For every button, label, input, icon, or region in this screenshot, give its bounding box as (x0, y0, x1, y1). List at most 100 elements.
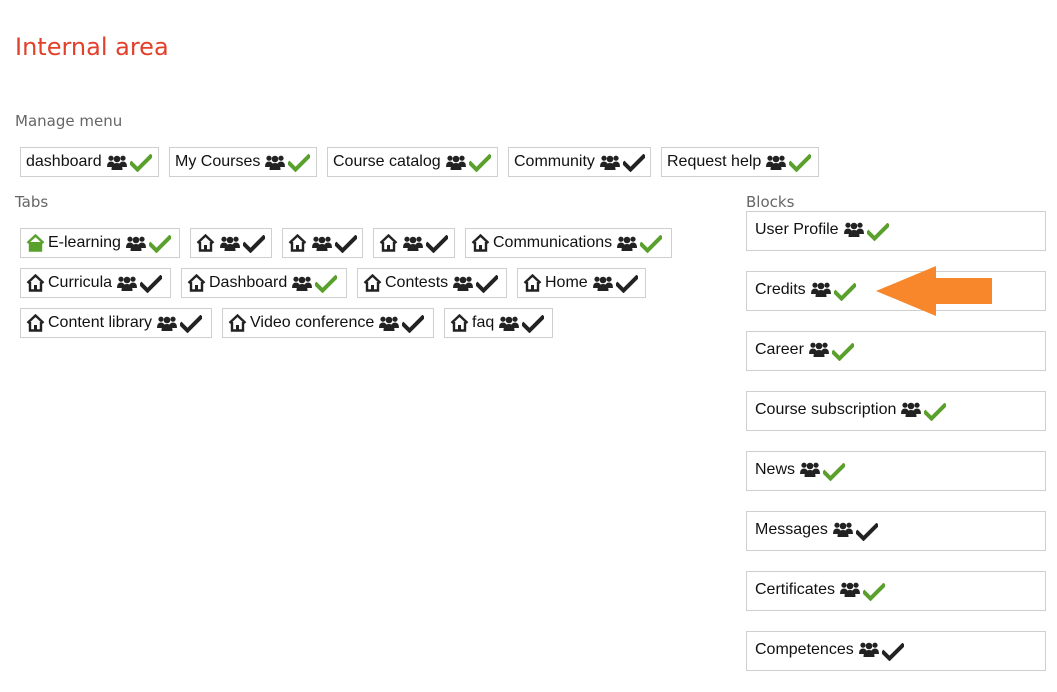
tab-content-library[interactable]: Content library (20, 308, 212, 338)
check-icon (335, 235, 357, 253)
check-icon (855, 523, 878, 541)
block-label: User Profile (755, 221, 839, 238)
users-icon (157, 316, 178, 331)
menu-item-label: Community (514, 153, 595, 170)
block-user-profile[interactable]: User Profile (746, 211, 1046, 251)
tab-label: faq (472, 314, 495, 331)
users-icon (901, 402, 922, 417)
tab-unnamed-2[interactable] (282, 228, 363, 258)
tab-label: Dashboard (209, 274, 288, 291)
check-icon (148, 235, 171, 253)
check-icon (129, 154, 152, 172)
users-icon (599, 155, 620, 170)
check-icon (823, 463, 846, 481)
block-label: Competences (755, 641, 854, 658)
home-icon (196, 234, 215, 252)
tab-faq[interactable]: faq (444, 308, 553, 338)
block-label: Credits (755, 281, 806, 298)
tab-label: Contests (385, 274, 449, 291)
check-icon (522, 315, 545, 333)
home-icon (26, 234, 45, 252)
menu-item-label: My Courses (175, 153, 261, 170)
menu-item-label: Request help (667, 153, 762, 170)
check-icon (402, 315, 425, 333)
block-label: Career (755, 341, 804, 358)
tab-label: Communications (493, 234, 613, 251)
block-certificates[interactable]: Certificates (746, 571, 1046, 611)
users-icon (858, 642, 879, 657)
block-messages[interactable]: Messages (746, 511, 1046, 551)
users-icon (292, 276, 313, 291)
tab-curricula[interactable]: Curricula (20, 268, 171, 298)
menu-item-my-courses[interactable]: My Courses (169, 147, 317, 177)
block-course-subscription[interactable]: Course subscription (746, 391, 1046, 431)
tab-dashboard[interactable]: Dashboard (181, 268, 347, 298)
users-icon (106, 155, 127, 170)
tab-unnamed-1[interactable] (190, 228, 272, 258)
users-icon (499, 316, 520, 331)
tab-label: E-learning (48, 234, 121, 251)
users-icon (117, 276, 138, 291)
check-icon (622, 154, 645, 172)
home-icon (228, 314, 247, 332)
home-icon (26, 274, 45, 292)
block-career[interactable]: Career (746, 331, 1046, 371)
check-icon (615, 275, 638, 293)
menu-item-label: dashboard (26, 153, 102, 170)
users-icon (592, 276, 613, 291)
check-icon (833, 283, 856, 301)
blocks-label: Blocks (746, 193, 795, 211)
tab-label: Curricula (48, 274, 113, 291)
users-icon (840, 582, 861, 597)
tab-home[interactable]: Home (517, 268, 646, 298)
page-title: Internal area (15, 33, 169, 61)
tab-label: Home (545, 274, 588, 291)
home-icon (379, 234, 398, 252)
tab-label: Content library (48, 314, 153, 331)
check-icon (881, 643, 904, 661)
check-icon (924, 403, 947, 421)
check-icon (476, 275, 499, 293)
users-icon (379, 316, 400, 331)
menu-item-dashboard[interactable]: dashboard (20, 147, 159, 177)
block-label: Messages (755, 521, 828, 538)
check-icon (863, 583, 886, 601)
home-icon (26, 314, 45, 332)
check-icon (866, 223, 889, 241)
check-icon (140, 275, 163, 293)
users-icon (810, 282, 831, 297)
menu-item-course-catalog[interactable]: Course catalog (327, 147, 498, 177)
tab-video-conference[interactable]: Video conference (222, 308, 434, 338)
tab-e-learning[interactable]: E-learning (20, 228, 180, 258)
users-icon (445, 155, 466, 170)
check-icon (426, 235, 448, 253)
tabs-label: Tabs (15, 193, 49, 211)
tab-contests[interactable]: Contests (357, 268, 507, 298)
home-icon (363, 274, 382, 292)
check-icon (640, 235, 663, 253)
menu-item-request-help[interactable]: Request help (661, 147, 819, 177)
users-icon (766, 155, 787, 170)
users-icon (403, 236, 423, 251)
home-icon (523, 274, 542, 292)
check-icon (315, 275, 338, 293)
users-icon (125, 236, 146, 251)
users-icon (617, 236, 638, 251)
annotation-arrow-icon (876, 266, 992, 316)
check-icon (288, 154, 311, 172)
home-icon (471, 234, 490, 252)
check-icon (831, 343, 854, 361)
users-icon (832, 522, 853, 537)
menu-item-community[interactable]: Community (508, 147, 651, 177)
check-icon (243, 235, 265, 253)
check-icon (468, 154, 491, 172)
tab-unnamed-3[interactable] (373, 228, 455, 258)
users-icon (808, 342, 829, 357)
users-icon (312, 236, 332, 251)
users-icon (800, 462, 821, 477)
block-news[interactable]: News (746, 451, 1046, 491)
tab-communications[interactable]: Communications (465, 228, 672, 258)
home-icon (450, 314, 469, 332)
block-competences[interactable]: Competences (746, 631, 1046, 671)
block-label: Course subscription (755, 401, 897, 418)
